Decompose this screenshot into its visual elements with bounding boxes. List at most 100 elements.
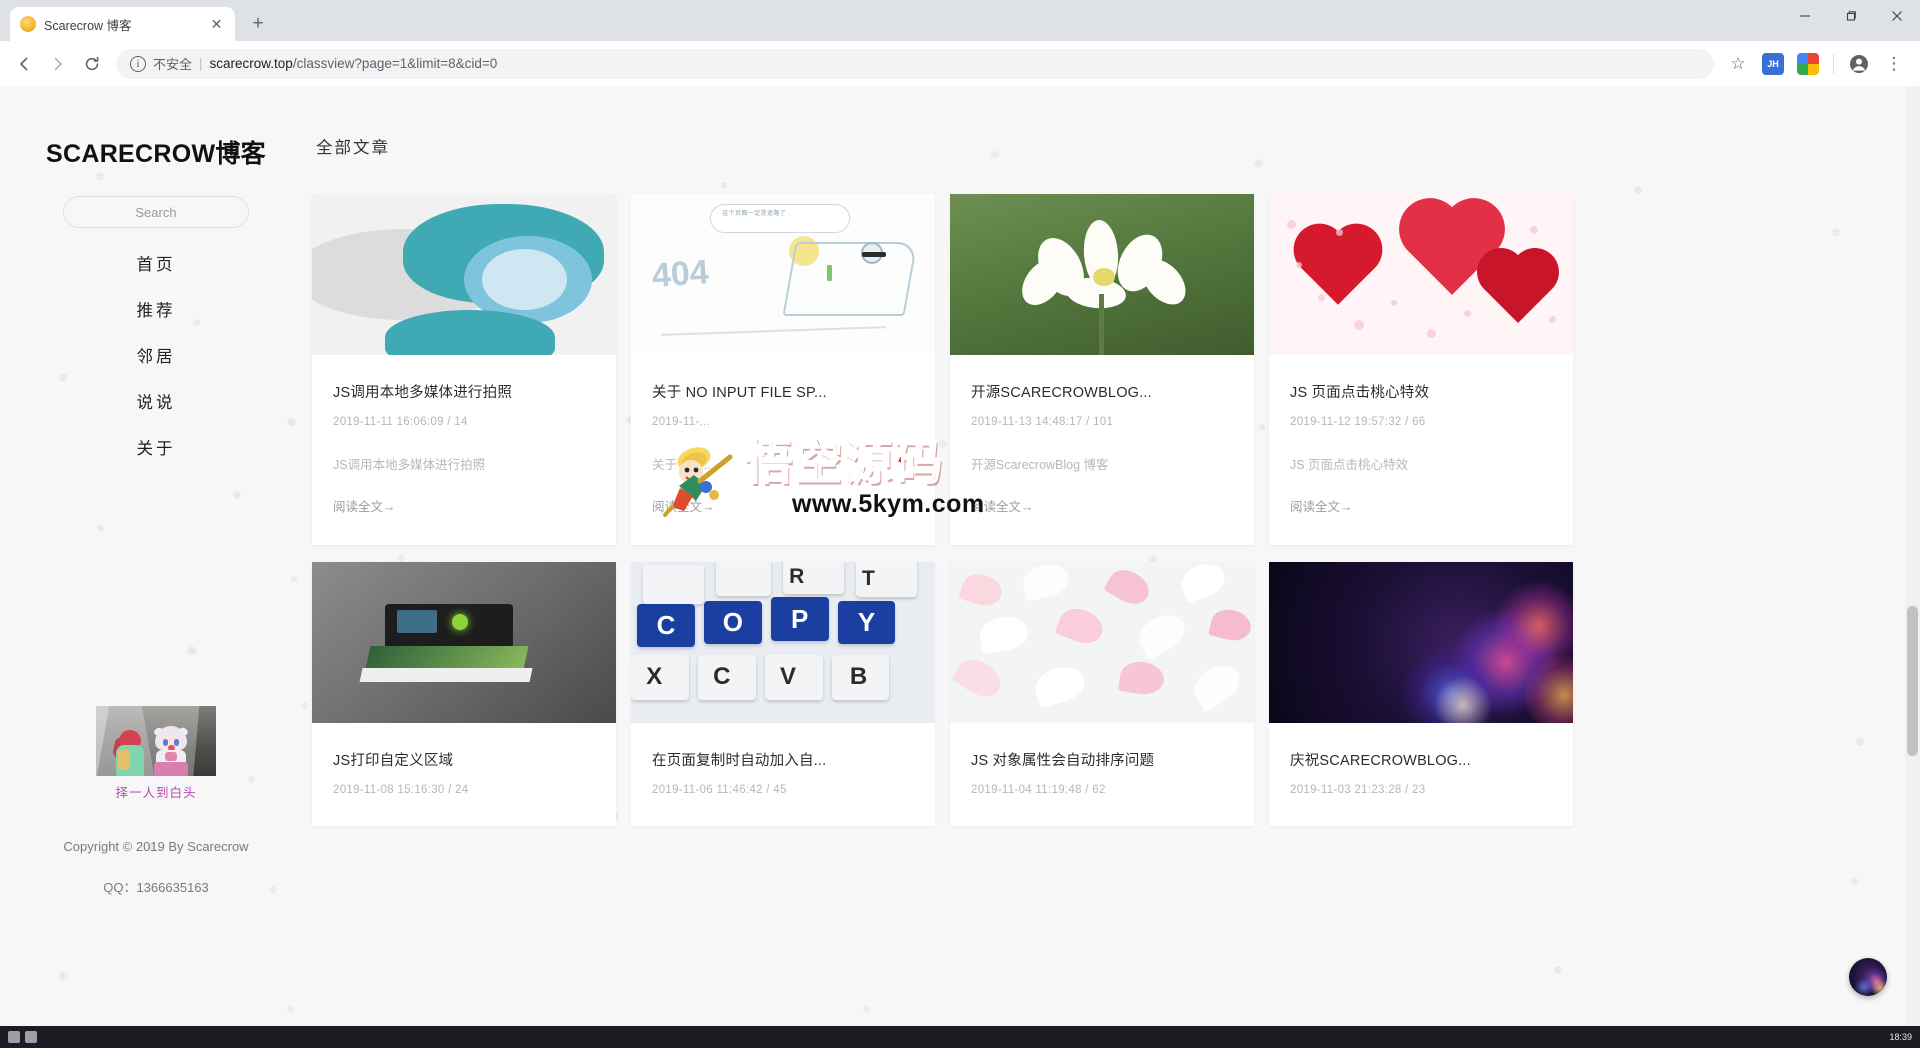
article-meta: 2019-11-03 21:23:28 / 23: [1290, 784, 1426, 796]
article-body: 在页面复制时自动加入自... 2019-11-06 11:46:42 / 45: [631, 723, 935, 826]
article-title[interactable]: JS 页面点击桃心特效: [1290, 381, 1552, 402]
article-thumbnail[interactable]: 这个页面一定是迷路了 404: [631, 194, 935, 355]
article-card[interactable]: 这个页面一定是迷路了 404 关于 NO INPUT FILE SP... 20…: [631, 194, 935, 545]
sidebar-item-label[interactable]: 邻居: [137, 348, 176, 366]
article-thumbnail[interactable]: [950, 194, 1254, 355]
sidebar-nav: 首页 推荐 邻居 说说 关于: [0, 240, 312, 470]
page-viewport: ❄ ❅ ❄ ❅ ❄ ❅ ❄ ❅ ❄ ❅ ❄ ❅ ❄ ❅ ❄ ❅ ❄ ❅ ❄ ❅ …: [0, 86, 1920, 1026]
sidebar-item-about[interactable]: 关于: [0, 424, 312, 470]
address-bar[interactable]: i 不安全 | scarecrow.top/classview?page=1&l…: [116, 48, 1714, 79]
article-card[interactable]: JS 对象属性会自动排序问题 2019-11-04 11:19:48 / 62: [950, 562, 1254, 826]
copyright-text: Copyright © 2019 By Scarecrow: [63, 839, 249, 854]
sidebar: SCARECROW博客 首页 推荐 邻居 说说 关于: [0, 86, 312, 1026]
article-meta: 2019-11-11 16:06:09 / 14: [333, 416, 468, 428]
article-meta: 2019-11-12 19:57:32 / 66: [1290, 416, 1426, 428]
bookmark-star-icon[interactable]: ☆: [1722, 48, 1754, 80]
close-icon[interactable]: [1874, 0, 1920, 32]
article-title[interactable]: 在页面复制时自动加入自...: [652, 749, 914, 770]
extension-jh-icon[interactable]: JH: [1757, 48, 1789, 80]
toolbar-divider: [1833, 53, 1834, 74]
close-icon[interactable]: ✕: [208, 16, 225, 33]
page-title: 全部文章: [316, 139, 390, 157]
url-host: scarecrow.top: [209, 56, 293, 71]
article-grid: JS调用本地多媒体进行拍照 2019-11-11 16:06:09 / 14 J…: [312, 194, 1920, 826]
info-icon: i: [130, 55, 146, 72]
read-more-link[interactable]: 阅读全文→: [652, 496, 914, 515]
avatar-character-kanna: [152, 726, 190, 776]
article-description: 关于 No ...: [652, 458, 711, 472]
sidebar-item-recommend[interactable]: 推荐: [0, 286, 312, 332]
tab-title: Scarecrow 博客: [44, 18, 132, 33]
article-description: 开源ScarecrowBlog 博客: [971, 458, 1109, 472]
read-more-link[interactable]: 阅读全文→: [1290, 496, 1552, 515]
taskbar-app-icon[interactable]: [8, 1031, 20, 1043]
article-body: 关于 NO INPUT FILE SP... 2019-11-... 关于 No…: [631, 355, 935, 545]
taskbar-left-group: [8, 1031, 37, 1043]
new-tab-button[interactable]: +: [244, 10, 272, 38]
floating-avatar-button[interactable]: [1849, 958, 1887, 996]
thumbnail-bubble-text: 这个页面一定是迷路了: [722, 211, 787, 218]
cookie-icon: [20, 16, 36, 32]
avatar-character-girl: [112, 730, 148, 776]
minimize-icon[interactable]: [1782, 0, 1828, 32]
search-input[interactable]: [63, 196, 249, 228]
article-meta: 2019-11-13 14:48:17 / 101: [971, 416, 1114, 428]
extension-rainbow-icon[interactable]: [1792, 48, 1824, 80]
sidebar-item-home[interactable]: 首页: [0, 240, 312, 286]
profile-icon[interactable]: [1843, 48, 1875, 80]
article-card[interactable]: 开源SCARECROWBLOG... 2019-11-13 14:48:17 /…: [950, 194, 1254, 545]
menu-icon[interactable]: ⋮: [1878, 48, 1910, 80]
sidebar-item-label[interactable]: 推荐: [137, 302, 176, 320]
window-controls: [1782, 0, 1920, 41]
article-card[interactable]: 庆祝SCARECROWBLOG... 2019-11-03 21:23:28 /…: [1269, 562, 1573, 826]
article-card[interactable]: R T C O P Y X C V B 在页面复制时自动加入自... 2019-…: [631, 562, 935, 826]
omnibox-separator: |: [199, 56, 203, 71]
article-thumbnail[interactable]: R T C O P Y X C V B: [631, 562, 935, 723]
article-title[interactable]: 关于 NO INPUT FILE SP...: [652, 381, 914, 402]
article-body: JS 页面点击桃心特效 2019-11-12 19:57:32 / 66 JS …: [1269, 355, 1573, 545]
page-scrollbar[interactable]: [1905, 86, 1920, 1026]
avatar[interactable]: [96, 706, 216, 776]
sidebar-item-label[interactable]: 关于: [137, 440, 176, 458]
article-card[interactable]: JS调用本地多媒体进行拍照 2019-11-11 16:06:09 / 14 J…: [312, 194, 616, 545]
url-text: scarecrow.top/classview?page=1&limit=8&c…: [210, 56, 498, 71]
blog-page: SCARECROW博客 首页 推荐 邻居 说说 关于: [0, 86, 1920, 1026]
article-thumbnail[interactable]: [950, 562, 1254, 723]
maximize-icon[interactable]: [1828, 0, 1874, 32]
sidebar-item-neighbors[interactable]: 邻居: [0, 332, 312, 378]
article-thumbnail[interactable]: [1269, 194, 1573, 355]
read-more-link[interactable]: 阅读全文→: [333, 496, 595, 515]
sidebar-item-label[interactable]: 说说: [137, 394, 176, 412]
os-taskbar: 18:39: [0, 1026, 1920, 1048]
article-title[interactable]: JS打印自定义区域: [333, 749, 595, 770]
article-thumbnail[interactable]: [312, 562, 616, 723]
toolbar-right-group: ☆ JH ⋮: [1722, 48, 1912, 80]
article-meta: 2019-11-04 11:19:48 / 62: [971, 784, 1106, 796]
site-brand: SCARECROW博客: [46, 140, 266, 168]
browser-toolbar: i 不安全 | scarecrow.top/classview?page=1&l…: [0, 41, 1920, 86]
sidebar-item-talks[interactable]: 说说: [0, 378, 312, 424]
article-title[interactable]: 庆祝SCARECROWBLOG...: [1290, 749, 1552, 770]
sidebar-item-label[interactable]: 首页: [137, 256, 176, 274]
scrollbar-thumb[interactable]: [1907, 606, 1918, 756]
back-icon[interactable]: [8, 48, 40, 80]
rainbow-badge: [1797, 52, 1819, 75]
article-body: 开源SCARECROWBLOG... 2019-11-13 14:48:17 /…: [950, 355, 1254, 545]
article-title[interactable]: JS 对象属性会自动排序问题: [971, 749, 1233, 770]
browser-window: Scarecrow 博客 ✕ + i 不安全 | scarecrow.top/c…: [0, 0, 1920, 1048]
forward-icon[interactable]: [42, 48, 74, 80]
article-card[interactable]: JS打印自定义区域 2019-11-08 15:16:30 / 24: [312, 562, 616, 826]
article-description: JS调用本地多媒体进行拍照: [333, 458, 486, 472]
content-area: 全部文章 JS调用本地多媒体进行拍照 2019-11-11 16:06:09 /…: [312, 86, 1920, 1026]
article-thumbnail[interactable]: [312, 194, 616, 355]
article-thumbnail[interactable]: [1269, 562, 1573, 723]
read-more-link[interactable]: 阅读全文→: [971, 496, 1233, 515]
article-card[interactable]: JS 页面点击桃心特效 2019-11-12 19:57:32 / 66 JS …: [1269, 194, 1573, 545]
article-title[interactable]: JS调用本地多媒体进行拍照: [333, 381, 595, 402]
article-title[interactable]: 开源SCARECROWBLOG...: [971, 381, 1233, 402]
taskbar-app-icon[interactable]: [25, 1031, 37, 1043]
browser-tab[interactable]: Scarecrow 博客 ✕: [10, 7, 235, 41]
taskbar-clock: 18:39: [1889, 1032, 1912, 1042]
qq-text: QQ：1366635163: [103, 880, 209, 895]
reload-icon[interactable]: [76, 48, 108, 80]
